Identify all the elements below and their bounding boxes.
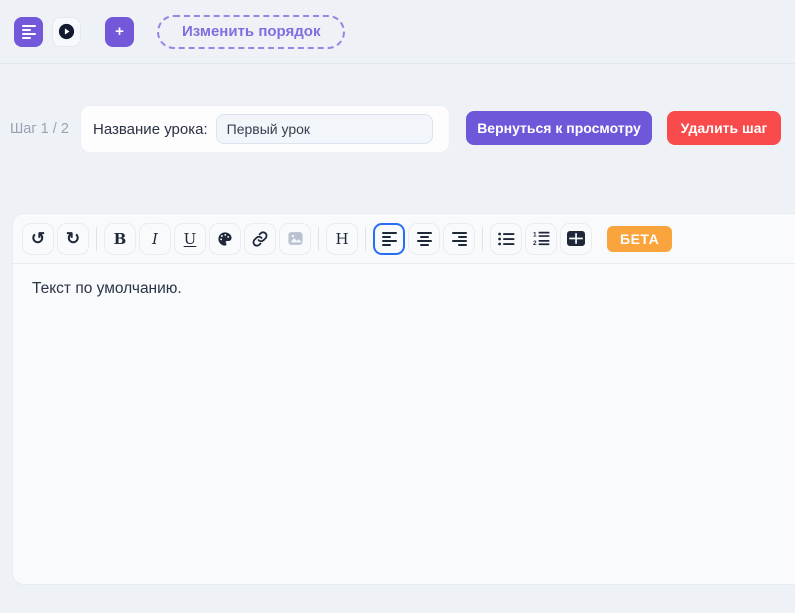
undo-button[interactable]: ↺ xyxy=(22,222,54,255)
delete-step-button[interactable]: Удалить шаг xyxy=(667,111,781,145)
align-right-button[interactable] xyxy=(443,222,475,255)
editor-content-area[interactable]: Текст по умолчанию. xyxy=(13,264,795,584)
table-button[interactable] xyxy=(560,222,592,255)
svg-text:2: 2 xyxy=(533,240,537,246)
steps-list-button[interactable] xyxy=(14,16,43,47)
add-step-button[interactable]: + xyxy=(105,16,134,47)
editor-toolbar: ↺ ↻ B I U H 1 2 БЕТА xyxy=(13,214,795,264)
step-bar: Шаг 1 / 2 Название урока: Вернуться к пр… xyxy=(0,105,795,153)
bullet-list-button[interactable] xyxy=(490,222,522,255)
lesson-name-label: Название урока: xyxy=(93,120,208,138)
text-color-button[interactable] xyxy=(209,222,241,255)
top-toolbar: + Изменить порядок xyxy=(0,0,795,64)
align-center-button[interactable] xyxy=(408,222,440,255)
svg-text:1: 1 xyxy=(533,232,537,239)
lesson-name-input[interactable] xyxy=(215,114,433,144)
link-icon xyxy=(252,230,268,247)
align-left-lines-icon xyxy=(21,24,36,39)
bold-icon: B xyxy=(113,229,127,248)
plus-icon: + xyxy=(115,23,124,40)
ordered-list-icon: 1 2 xyxy=(533,232,549,246)
editor-text: Текст по умолчанию. xyxy=(32,280,182,297)
reorder-button[interactable]: Изменить порядок xyxy=(157,14,346,49)
align-left-icon xyxy=(381,231,397,246)
italic-button[interactable]: I xyxy=(139,222,171,255)
toolbar-separator xyxy=(365,226,366,251)
italic-icon: I xyxy=(152,229,158,248)
play-circle-icon xyxy=(58,23,75,40)
image-icon xyxy=(287,232,303,245)
lesson-name-card: Название урока: xyxy=(80,105,450,153)
bold-button[interactable]: B xyxy=(104,222,136,255)
beta-badge: БЕТА xyxy=(607,225,673,252)
back-to-preview-button[interactable]: Вернуться к просмотру xyxy=(466,111,652,145)
underline-button[interactable]: U xyxy=(174,222,206,255)
bullet-list-icon xyxy=(497,232,514,245)
underline-icon: U xyxy=(183,229,197,248)
toolbar-separator xyxy=(96,226,97,251)
rich-text-editor-panel: ↺ ↻ B I U H 1 2 БЕТА Текст по умолчанию. xyxy=(12,213,795,585)
align-right-icon xyxy=(451,231,467,246)
link-button[interactable] xyxy=(244,222,276,255)
toolbar-separator xyxy=(318,226,319,251)
table-icon xyxy=(567,231,585,246)
align-center-icon xyxy=(416,231,432,246)
ordered-list-button[interactable]: 1 2 xyxy=(525,222,557,255)
undo-icon: ↺ xyxy=(30,229,46,248)
play-button[interactable] xyxy=(52,16,81,47)
redo-button[interactable]: ↻ xyxy=(57,222,89,255)
heading-icon: H xyxy=(335,229,349,248)
step-indicator: Шаг 1 / 2 xyxy=(10,121,69,137)
palette-icon xyxy=(218,231,232,246)
image-button[interactable] xyxy=(279,222,311,255)
toolbar-separator xyxy=(482,226,483,251)
heading-button[interactable]: H xyxy=(326,222,358,255)
align-left-button[interactable] xyxy=(373,222,405,255)
redo-icon: ↻ xyxy=(65,229,81,248)
